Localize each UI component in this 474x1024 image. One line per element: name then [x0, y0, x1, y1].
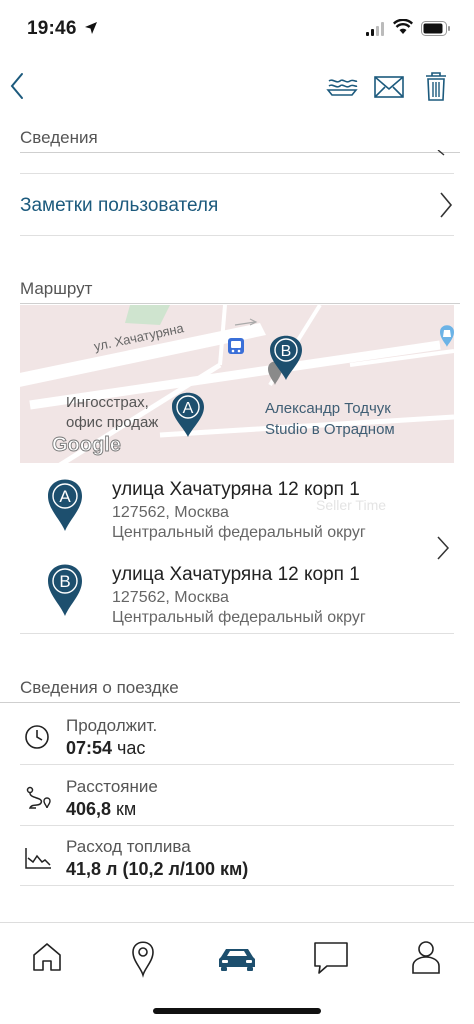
trash-icon[interactable] [418, 68, 454, 104]
clock-icon [25, 725, 49, 749]
svg-text:A: A [183, 400, 194, 417]
location-pin-icon[interactable] [121, 935, 165, 979]
map-brand-logo: Google [52, 434, 121, 456]
distance-label: Расстояние [66, 777, 158, 796]
route-stop-a: A улица Хачатуряна 12 корп 1 127562, Мос… [20, 473, 420, 553]
distance-row: Расстояние 406,8 км [20, 773, 454, 833]
stop-b-district: Центральный федеральный округ [112, 609, 366, 626]
row-divider [20, 885, 454, 886]
user-notes-row[interactable]: Заметки пользователя [20, 175, 454, 235]
route-icon [26, 786, 51, 809]
map-poi-right-line1: Александр Тодчук [265, 400, 391, 417]
route-stop-b: B улица Хачатуряна 12 корп 1 127562, Мос… [20, 558, 420, 638]
row-divider [20, 825, 454, 826]
chevron-right-icon [440, 192, 453, 218]
map-poi-left-line2: офис продаж [66, 414, 158, 431]
duration-row: Продолжит. 07:54 час [20, 712, 454, 772]
wifi-icon [393, 19, 413, 34]
route-card-divider [20, 633, 454, 634]
pin-a-icon: A [48, 479, 82, 531]
stop-a-city: 127562, Москва [112, 504, 229, 521]
row-divider [20, 173, 454, 174]
location-arrow-icon [85, 22, 97, 34]
battery-icon [421, 21, 450, 36]
user-icon[interactable] [404, 935, 448, 979]
svg-text:B: B [59, 572, 70, 591]
home-icon[interactable] [25, 935, 69, 979]
row-divider [20, 764, 454, 765]
share-icon[interactable] [324, 68, 360, 104]
nav-bar [0, 62, 474, 110]
row-divider [20, 235, 454, 236]
fuel-row: Расход топлива 41,8 л (10,2 л/100 км) [20, 833, 454, 893]
details-divider [20, 152, 460, 153]
map-canvas: ул. Хачатуряна Ингосстрах, офис продаж А… [20, 305, 454, 463]
chevron-right-icon [437, 536, 450, 560]
trip-divider [0, 702, 460, 703]
chevron-right-icon [437, 150, 445, 156]
map-poi-right-line2: Studio в Отрадном [265, 421, 395, 438]
user-notes-label: Заметки пользователя [20, 195, 219, 216]
stop-b-street: улица Хачатуряна 12 корп 1 [112, 564, 360, 585]
stop-a-district: Центральный федеральный округ [112, 524, 366, 541]
stop-a-street: улица Хачатуряна 12 корп 1 [112, 479, 360, 500]
stop-b-city: 127562, Москва [112, 589, 229, 606]
route-stops-card[interactable]: Seller Time A улица Хачатуряна 12 корп 1… [20, 463, 454, 633]
chat-icon[interactable] [309, 935, 353, 979]
route-map[interactable]: ул. Хачатуряна Ингосстрах, офис продаж А… [20, 305, 454, 463]
distance-value: 406,8 км [66, 799, 137, 819]
fuel-label: Расход топлива [66, 837, 191, 856]
details-section-title: Сведения [20, 128, 98, 147]
home-indicator [153, 1008, 321, 1014]
map-poi-left-line1: Ингосстрах, [66, 394, 149, 411]
trip-section-title: Сведения о поездке [20, 678, 179, 697]
pin-b-icon: B [48, 564, 82, 616]
route-section-title: Маршрут [20, 279, 93, 298]
status-bar: 19:46 [0, 0, 474, 58]
route-divider [20, 303, 460, 304]
mail-icon[interactable] [371, 68, 407, 104]
svg-text:B: B [281, 343, 292, 360]
duration-value: 07:54 час [66, 738, 146, 758]
cellular-signal-icon [366, 22, 384, 36]
fuel-value: 41,8 л (10,2 л/100 км) [66, 859, 249, 879]
duration-label: Продолжит. [66, 716, 158, 735]
svg-text:A: A [59, 487, 71, 506]
fuel-chart-icon [25, 848, 51, 869]
back-chevron-icon[interactable] [6, 70, 30, 102]
car-icon[interactable] [215, 935, 259, 979]
status-time: 19:46 [27, 18, 77, 39]
